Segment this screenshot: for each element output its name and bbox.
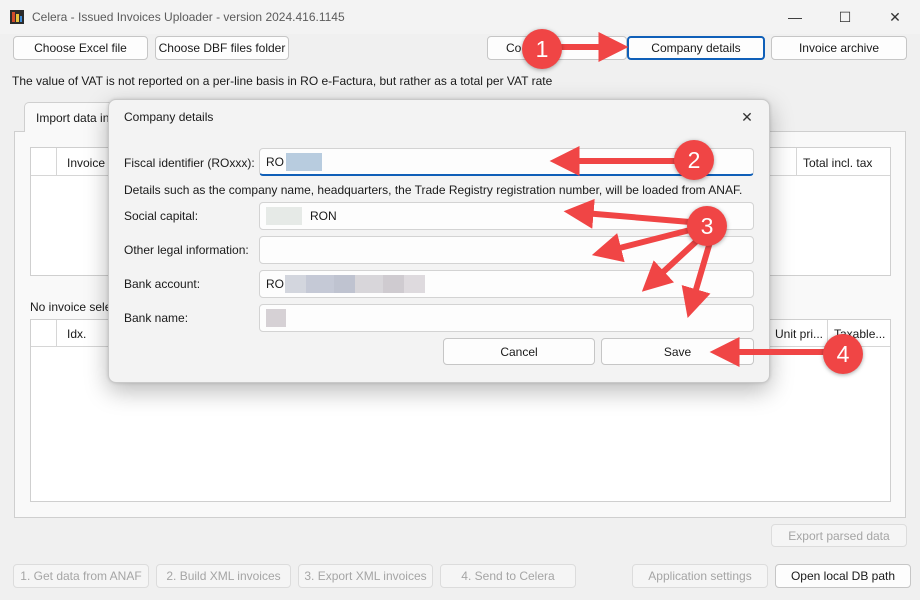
- grid-divider: [56, 320, 57, 347]
- social-capital-value: RON: [310, 209, 337, 223]
- redacted-block: [266, 207, 302, 225]
- anaf-note: Details such as the company name, headqu…: [124, 183, 743, 197]
- app-icon: [10, 10, 24, 24]
- fiscal-identifier-label: Fiscal identifier (ROxxx):: [124, 156, 255, 170]
- cancel-button[interactable]: Cancel: [443, 338, 595, 365]
- window-title: Celera - Issued Invoices Uploader - vers…: [32, 10, 345, 24]
- step-1-badge: 1: [522, 29, 562, 69]
- grid-divider: [56, 148, 57, 176]
- social-capital-input[interactable]: RON: [259, 202, 754, 230]
- redacted-block: [285, 275, 425, 293]
- get-data-anaf-button[interactable]: 1. Get data from ANAF: [13, 564, 149, 588]
- step-3-badge: 3: [687, 206, 727, 246]
- step-2-badge: 2: [674, 140, 714, 180]
- step-4-badge: 4: [823, 334, 863, 374]
- export-parsed-button[interactable]: Export parsed data: [771, 524, 907, 547]
- dialog-close-button[interactable]: ✕: [735, 106, 759, 128]
- close-window-button[interactable]: ✕: [872, 4, 918, 30]
- bank-name-label: Bank name:: [124, 311, 189, 325]
- company-settings-label-start: Co: [506, 41, 522, 55]
- redacted-block: [286, 152, 322, 171]
- bank-account-input[interactable]: RO: [259, 270, 754, 298]
- export-xml-button[interactable]: 3. Export XML invoices: [298, 564, 433, 588]
- other-legal-label: Other legal information:: [124, 243, 249, 257]
- choose-dbf-button[interactable]: Choose DBF files folder: [155, 36, 289, 60]
- save-button[interactable]: Save: [601, 338, 754, 365]
- bank-name-input[interactable]: [259, 304, 754, 332]
- invoice-archive-button[interactable]: Invoice archive: [771, 36, 907, 60]
- social-capital-label: Social capital:: [124, 209, 199, 223]
- bank-account-label: Bank account:: [124, 277, 201, 291]
- other-legal-input[interactable]: [259, 236, 754, 264]
- dialog-title: Company details: [124, 110, 214, 124]
- minimize-button[interactable]: —: [772, 4, 818, 30]
- company-details-dialog: Company details ✕ Fiscal identifier (ROx…: [108, 99, 770, 383]
- col-idx[interactable]: Idx.: [67, 327, 86, 341]
- choose-excel-button[interactable]: Choose Excel file: [13, 36, 148, 60]
- open-local-db-button[interactable]: Open local DB path: [775, 564, 911, 588]
- build-xml-button[interactable]: 2. Build XML invoices: [156, 564, 291, 588]
- company-settings-label-end: g: [601, 41, 608, 55]
- vat-info-text: The value of VAT is not reported on a pe…: [12, 74, 553, 88]
- send-to-celera-button[interactable]: 4. Send to Celera: [440, 564, 576, 588]
- redacted-block: [266, 309, 286, 327]
- company-details-button[interactable]: Company details: [627, 36, 765, 60]
- col-unit-price[interactable]: Unit pri...: [775, 327, 823, 341]
- fiscal-identifier-value: RO: [266, 154, 284, 169]
- application-settings-button[interactable]: Application settings: [632, 564, 768, 588]
- bank-account-value: RO: [266, 277, 284, 291]
- col-total-incl-tax[interactable]: Total incl. tax: [803, 156, 872, 170]
- maximize-button[interactable]: ☐: [822, 4, 868, 30]
- grid-divider: [796, 148, 797, 176]
